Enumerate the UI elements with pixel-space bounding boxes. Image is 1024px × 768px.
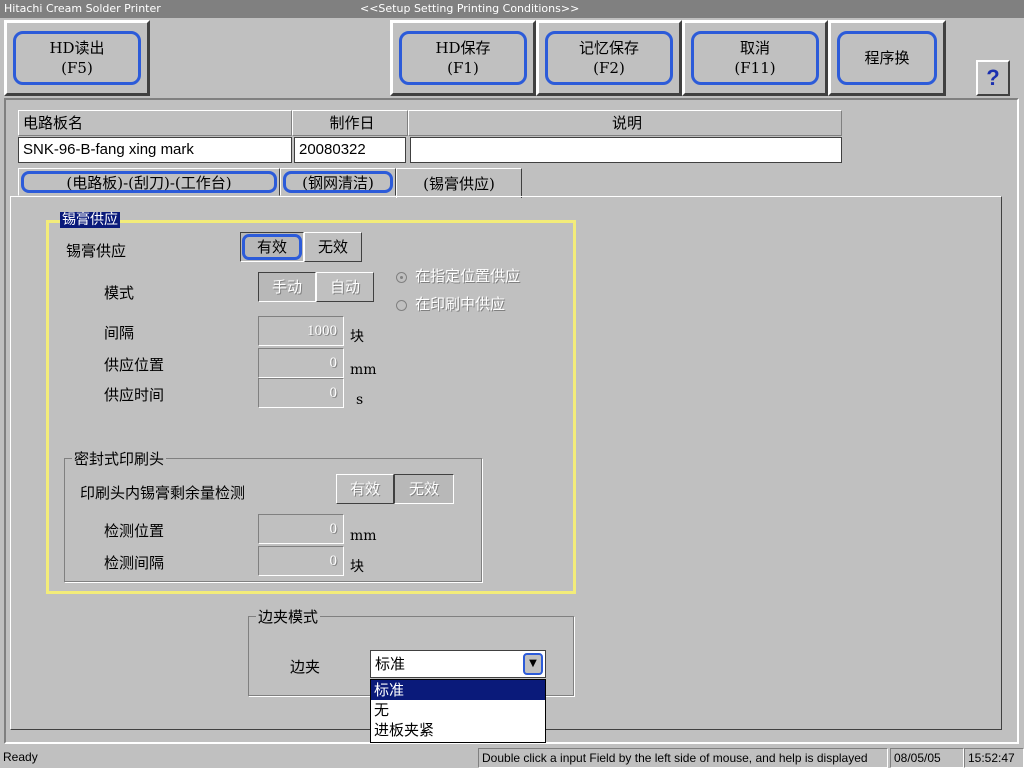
remain-valid-label: 有效	[349, 480, 380, 498]
tab-stencil-cleaning[interactable]: (钢网清洁)	[280, 168, 396, 196]
program-switch-button[interactable]: 程序换	[828, 20, 946, 96]
remain-valid-button[interactable]: 有效	[336, 474, 394, 504]
board-name-header: 电路板名	[18, 110, 292, 136]
app-title: Hitachi Cream Solder Printer	[4, 2, 161, 15]
cancel-button[interactable]: 取消 (F11)	[682, 20, 828, 96]
supply-time-input[interactable]: 0	[258, 378, 344, 408]
supply-invalid-button[interactable]: 无效	[304, 232, 362, 262]
hd-save-button[interactable]: HD保存 (F1)	[390, 20, 536, 96]
cancel-label: 取消	[739, 39, 770, 57]
dropdown-option-none[interactable]: 无	[371, 700, 545, 720]
date-field[interactable]: 20080322	[294, 137, 406, 163]
supply-group-title: 锡膏供应	[60, 212, 120, 228]
supply-time-label: 供应时间	[104, 386, 165, 404]
supply-invalid-label: 无效	[317, 238, 348, 256]
radio-supply-during-printing[interactable]: 在印刷中供应	[396, 293, 505, 314]
detect-interval-label: 检测间隔	[104, 554, 165, 572]
memory-save-button[interactable]: 记忆保存 (F2)	[536, 20, 682, 96]
remain-detect-label: 印刷头内锡膏剩余量检测	[80, 484, 246, 502]
program-switch-label: 程序换	[864, 49, 910, 67]
radio-printing-label: 在印刷中供应	[415, 295, 506, 313]
status-time: 15:52:47	[964, 748, 1024, 768]
sealed-head-title: 密封式印刷头	[72, 448, 167, 469]
interval-label: 间隔	[104, 324, 135, 342]
description-field[interactable]	[410, 137, 842, 163]
interval-input[interactable]: 1000	[258, 316, 344, 346]
status-ready: Ready	[3, 750, 38, 764]
status-hint: Double click a input Field by the left s…	[478, 748, 888, 768]
supply-label: 锡膏供应	[66, 242, 127, 260]
detect-interval-unit: 块	[350, 559, 364, 575]
clamp-label: 边夹	[290, 658, 321, 676]
mode-manual-label: 手动	[271, 278, 302, 296]
hd-save-key: (F1)	[447, 59, 479, 77]
radio-dot-icon	[396, 271, 407, 283]
dropdown-option-standard[interactable]: 标准	[371, 680, 545, 700]
screen-title: <<Setup Setting Printing Conditions>>	[360, 2, 580, 15]
tab-board-squeegee-table[interactable]: (电路板)-(刮刀)-(工作台)	[18, 168, 280, 196]
supply-valid-button[interactable]: 有效	[240, 232, 304, 262]
tab-stencil-label: (钢网清洁)	[283, 171, 393, 193]
mode-auto-button[interactable]: 自动	[316, 272, 374, 302]
mode-manual-button[interactable]: 手动	[258, 272, 316, 302]
date-header: 制作日	[292, 110, 408, 136]
radio-fixed-label: 在指定位置供应	[415, 267, 521, 285]
mode-label: 模式	[104, 284, 135, 302]
remain-invalid-label: 无效	[408, 480, 439, 498]
clamp-selected-value: 标准	[375, 655, 406, 673]
radio-supply-fixed-position[interactable]: 在指定位置供应	[396, 265, 520, 286]
dropdown-option-entry-clamp[interactable]: 进板夹紧	[371, 720, 545, 740]
memory-save-key: (F2)	[593, 59, 625, 77]
hd-save-label: HD保存	[435, 39, 491, 57]
clamp-dropdown-list: 标准 无 进板夹紧	[370, 679, 546, 743]
supply-position-label: 供应位置	[104, 356, 165, 374]
title-bar: Hitachi Cream Solder Printer <<Setup Set…	[0, 0, 1024, 18]
radio-dot-icon	[396, 299, 407, 311]
detect-position-input[interactable]: 0	[258, 514, 344, 544]
detect-position-unit: mm	[350, 528, 377, 544]
chevron-down-icon[interactable]: ▼	[523, 653, 543, 675]
memory-save-label: 记忆保存	[578, 39, 639, 57]
clamp-mode-title: 边夹模式	[256, 606, 321, 627]
interval-unit: 块	[350, 329, 364, 345]
supply-position-unit: mm	[350, 362, 377, 378]
board-name-field[interactable]: SNK-96-B-fang xing mark	[18, 137, 292, 163]
hd-read-button[interactable]: HD读出 (F5)	[4, 20, 150, 96]
status-date: 08/05/05	[890, 748, 964, 768]
description-header: 说明	[408, 110, 842, 136]
help-icon[interactable]: ?	[976, 60, 1010, 96]
remain-invalid-button[interactable]: 无效	[394, 474, 454, 504]
clamp-select[interactable]: 标准 ▼	[370, 650, 546, 678]
supply-position-input[interactable]: 0	[258, 348, 344, 378]
supply-time-unit: s	[356, 392, 364, 408]
hd-read-label: HD读出	[49, 39, 105, 57]
tab-solder-supply[interactable]: (锡膏供应)	[396, 168, 522, 198]
detect-position-label: 检测位置	[104, 522, 165, 540]
mode-auto-label: 自动	[329, 278, 360, 296]
status-bar: Ready Double click a input Field by the …	[0, 748, 1024, 768]
detect-interval-input[interactable]: 0	[258, 546, 344, 576]
tab-supply-label: (锡膏供应)	[423, 175, 495, 193]
cancel-key: (F11)	[734, 59, 776, 77]
hd-read-key: (F5)	[61, 59, 93, 77]
tab-board-label: (电路板)-(刮刀)-(工作台)	[21, 171, 277, 193]
